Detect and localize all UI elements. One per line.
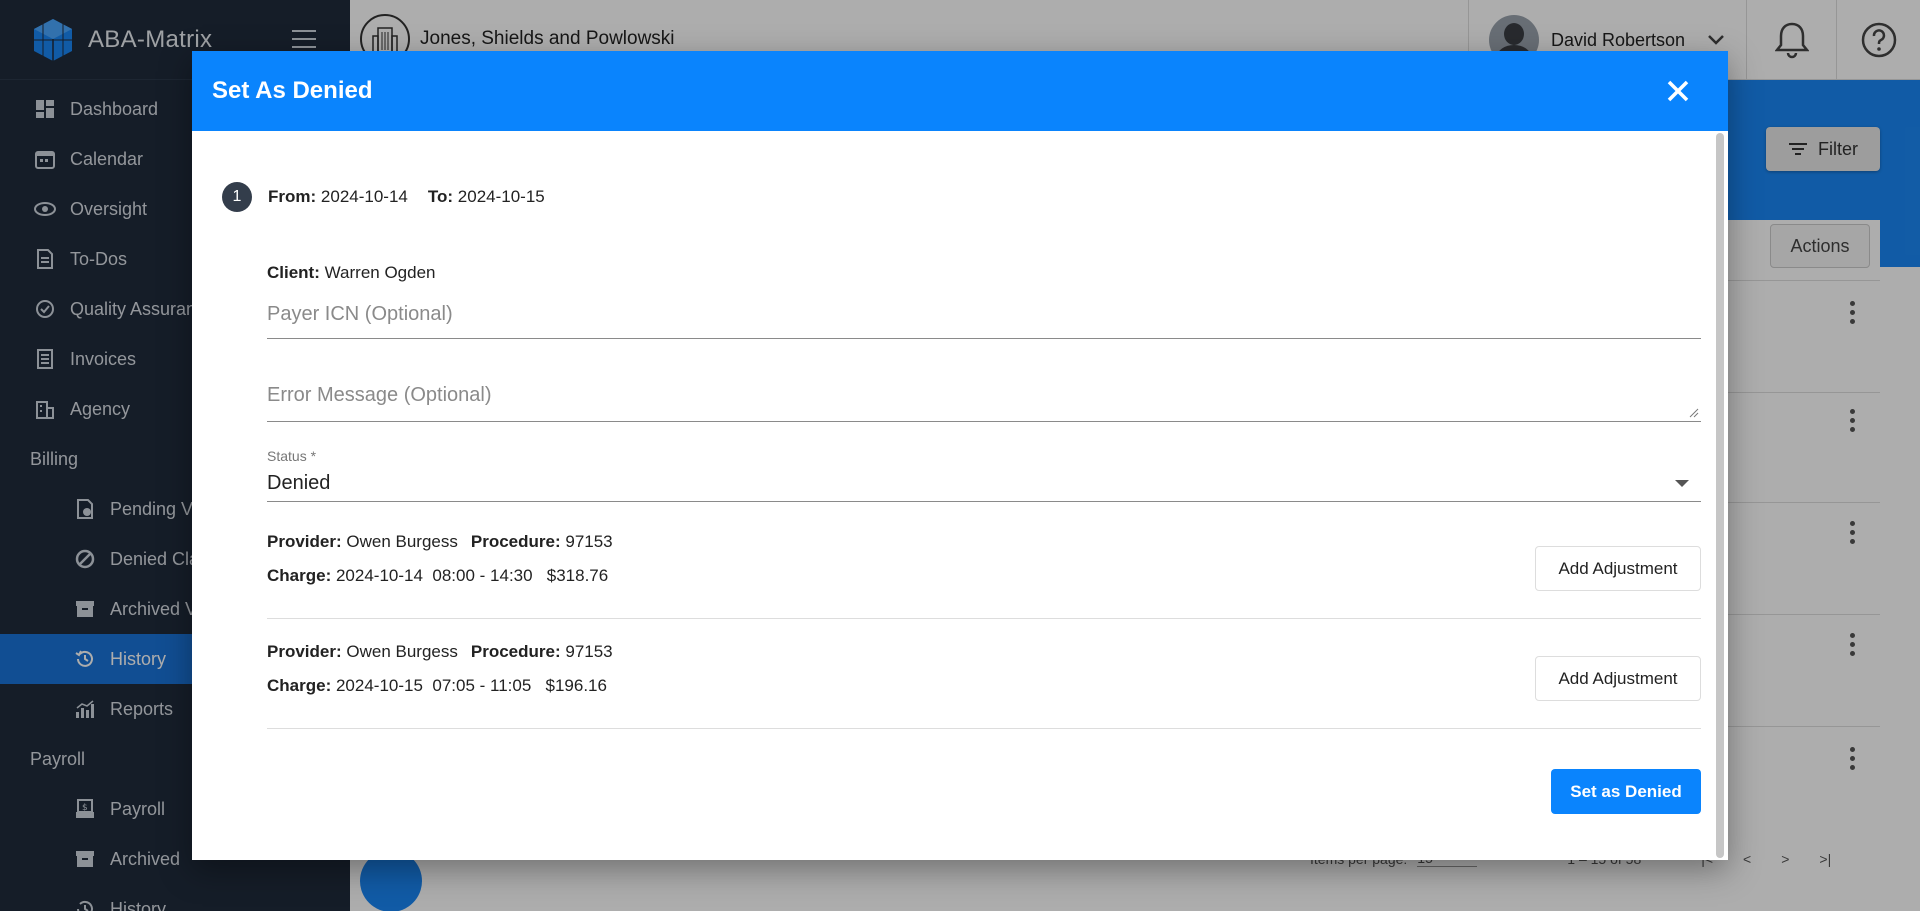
procedure-label: Procedure: [470, 642, 561, 661]
status-label: Status * [267, 448, 317, 464]
set-as-denied-button[interactable]: Set as Denied [1551, 769, 1701, 814]
dropdown-arrow-icon [1675, 480, 1689, 487]
provider-name: Owen Burgess [346, 642, 458, 661]
client-name: Warren Ogden [324, 263, 436, 282]
charge-detail-line: Charge: 2024-10-15 07:05 - 11:05 $196.16 [267, 669, 1701, 703]
charge-time: 07:05 - 11:05 [432, 676, 532, 695]
status-select[interactable]: Denied [267, 466, 1701, 502]
provider-name: Owen Burgess [346, 532, 458, 551]
charge-item: Provider: Owen Burgess Procedure: 97153 … [267, 635, 1701, 703]
add-adjustment-button[interactable]: Add Adjustment [1535, 656, 1701, 701]
error-message-field [267, 384, 1701, 422]
charge-item: Provider: Owen Burgess Procedure: 97153 … [267, 525, 1701, 593]
procedure-code: 97153 [565, 532, 613, 551]
charge-label: Charge: [267, 566, 332, 585]
to-value: 2024-10-15 [457, 187, 545, 206]
add-adjustment-button[interactable]: Add Adjustment [1535, 546, 1701, 591]
charge-label: Charge: [267, 676, 332, 695]
charge-provider-line: Provider: Owen Burgess Procedure: 97153 [267, 635, 1701, 669]
charge-amount: $196.16 [545, 676, 607, 695]
status-value: Denied [267, 472, 331, 494]
payer-icn-input[interactable] [267, 303, 1701, 326]
close-icon[interactable] [1664, 77, 1692, 105]
resize-handle-icon[interactable] [1689, 408, 1699, 418]
charge-date: 2024-10-14 [335, 566, 423, 585]
charge-detail-line: Charge: 2024-10-14 08:00 - 14:30 $318.76 [267, 559, 1701, 593]
divider [267, 618, 1701, 619]
charge-amount: $318.76 [546, 566, 609, 585]
dialog-scrollbar[interactable] [1716, 133, 1724, 858]
divider [267, 728, 1701, 729]
provider-label: Provider: [267, 532, 342, 551]
from-value: 2024-10-14 [320, 187, 408, 206]
date-range: 1 From: 2024-10-14 To: 2024-10-15 [222, 182, 545, 212]
dialog-title: Set As Denied [212, 77, 373, 104]
client-label: Client: [267, 263, 320, 282]
step-number-badge: 1 [222, 182, 252, 212]
error-message-textarea[interactable] [267, 384, 1701, 407]
set-as-denied-dialog: Set As Denied 1 From: 2024-10-14 To: 202… [192, 51, 1728, 860]
procedure-code: 97153 [565, 642, 613, 661]
payer-icn-field [267, 303, 1701, 339]
provider-label: Provider: [267, 642, 342, 661]
charge-time: 08:00 - 14:30 [432, 566, 533, 585]
charge-provider-line: Provider: Owen Burgess Procedure: 97153 [267, 525, 1701, 559]
client-info: Client: Warren Ogden [267, 263, 436, 283]
charge-date: 2024-10-15 [335, 676, 423, 695]
from-label: From: [268, 187, 317, 206]
to-label: To: [427, 187, 454, 206]
procedure-label: Procedure: [470, 532, 561, 551]
dialog-header: Set As Denied [192, 51, 1728, 131]
